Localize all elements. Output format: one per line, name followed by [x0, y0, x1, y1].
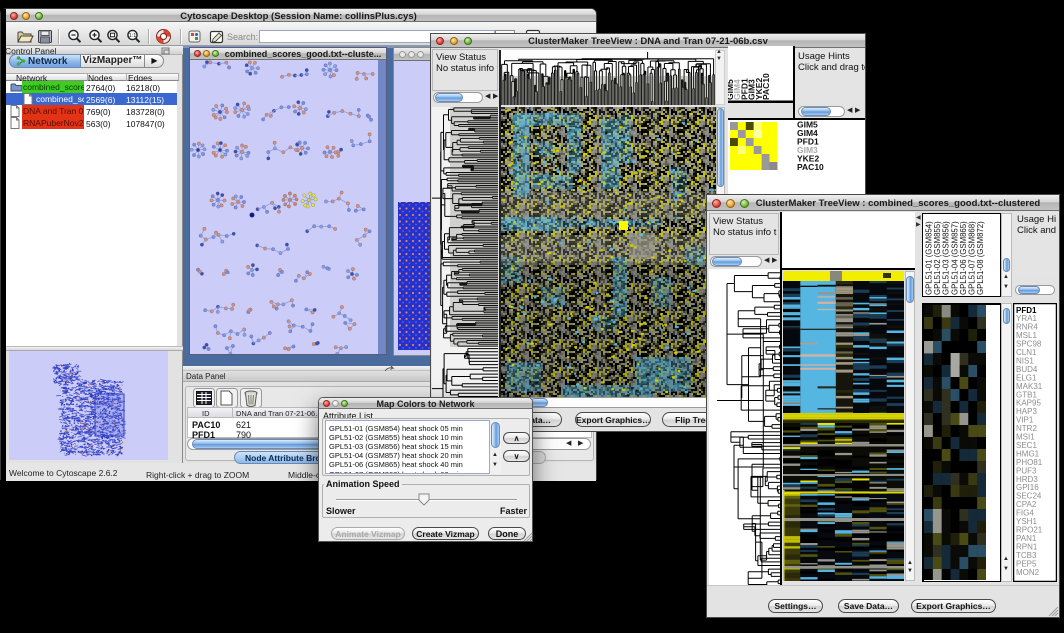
svg-text:PAC10: PAC10: [797, 162, 824, 172]
svg-text:PAC10: PAC10: [761, 73, 771, 100]
svg-text:1:1: 1:1: [129, 33, 137, 39]
svg-text:MON2: MON2: [1016, 568, 1040, 577]
svg-text:Search:: Search:: [227, 32, 258, 42]
svg-text:GPL51-08 (GSM872): GPL51-08 (GSM872): [976, 221, 985, 295]
